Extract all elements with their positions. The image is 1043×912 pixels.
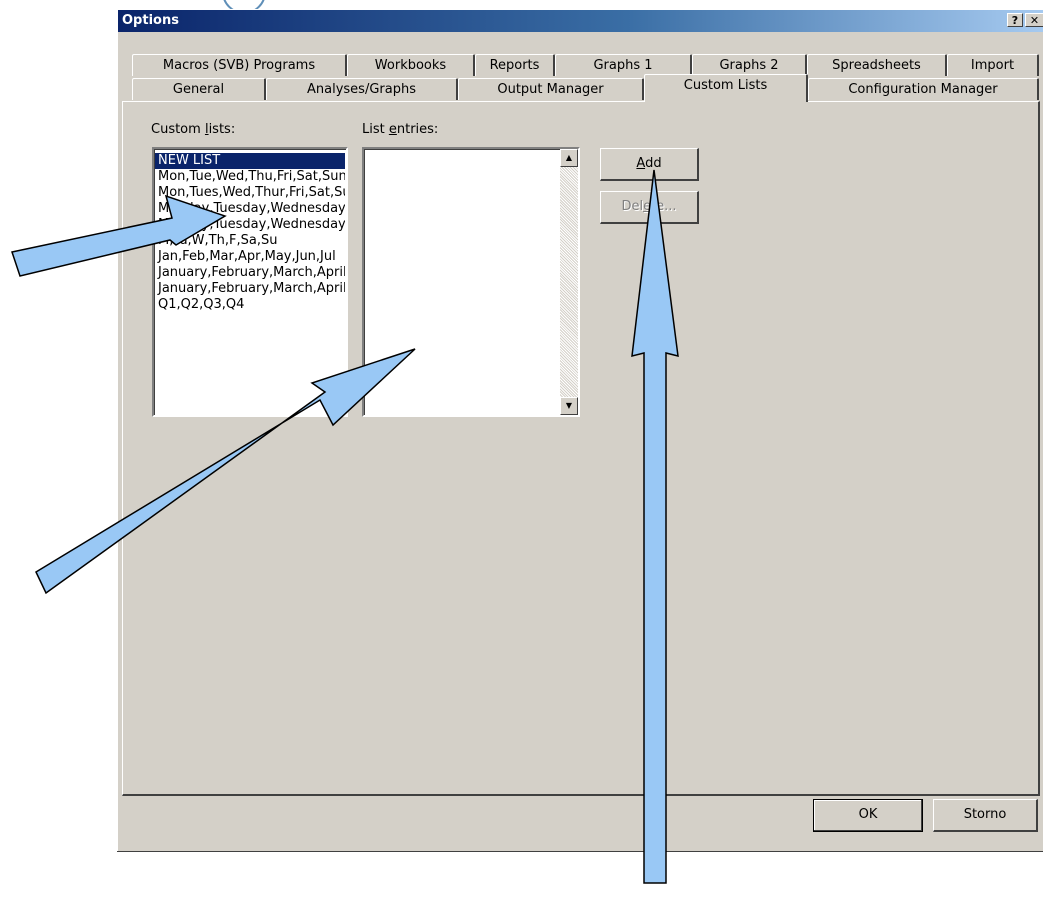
tab-import[interactable]: Import [947, 54, 1039, 76]
list-item[interactable]: M,Tu,W,Th,F,Sa,Su [155, 233, 345, 249]
list-entries-label: List entries: [362, 122, 439, 137]
list-item[interactable]: Mon,Tue,Wed,Thu,Fri,Sat,Sun [155, 169, 345, 185]
custom-lists-items: NEW LIST Mon,Tue,Wed,Thu,Fri,Sat,Sun Mon… [155, 153, 345, 313]
tab-general[interactable]: General [132, 78, 266, 100]
list-item[interactable]: Q1,Q2,Q3,Q4 [155, 297, 345, 313]
delete-button[interactable]: Delete... [600, 191, 699, 224]
tab-custom-lists[interactable]: Custom Lists [644, 74, 808, 102]
tab-output-manager[interactable]: Output Manager [458, 78, 644, 100]
list-item[interactable]: Monday,Tuesday,Wednesday [155, 217, 345, 233]
tab-spreadsheets[interactable]: Spreadsheets [807, 54, 947, 76]
ok-button[interactable]: OK [813, 799, 923, 832]
options-dialog: Options ? ✕ Macros (SVB) Programs Workbo… [117, 9, 1043, 851]
title-bar[interactable]: Options ? ✕ [118, 10, 1043, 32]
tab-analyses-graphs[interactable]: Analyses/Graphs [266, 78, 458, 100]
tab-reports[interactable]: Reports [475, 54, 555, 76]
list-entries-scrollbar[interactable]: ▲ ▼ [560, 149, 578, 415]
custom-lists-label: Custom lists: [151, 122, 236, 137]
close-button[interactable]: ✕ [1025, 13, 1043, 27]
scroll-down-icon[interactable]: ▼ [560, 397, 578, 415]
tab-graphs-2[interactable]: Graphs 2 [692, 54, 807, 76]
tab-workbooks[interactable]: Workbooks [347, 54, 475, 76]
list-item[interactable]: January,February,March,April [155, 265, 345, 281]
tab-graphs-1[interactable]: Graphs 1 [555, 54, 692, 76]
list-item[interactable]: Jan,Feb,Mar,Apr,May,Jun,Jul [155, 249, 345, 265]
help-button[interactable]: ? [1007, 13, 1023, 27]
list-item[interactable]: Monday,Tuesday,Wednesday [155, 201, 345, 217]
custom-lists-listbox[interactable]: NEW LIST Mon,Tue,Wed,Thu,Fri,Sat,Sun Mon… [152, 147, 348, 417]
tab-configuration-manager[interactable]: Configuration Manager [808, 78, 1039, 100]
dialog-title: Options [122, 13, 179, 28]
tab-macros-svb-programs[interactable]: Macros (SVB) Programs [132, 54, 347, 76]
storno-button[interactable]: Storno [933, 799, 1038, 832]
scroll-up-icon[interactable]: ▲ [560, 149, 578, 167]
list-entries-textbox[interactable]: ▲ ▼ [362, 147, 580, 417]
list-item[interactable]: Mon,Tues,Wed,Thur,Fri,Sat,Sun [155, 185, 345, 201]
list-item[interactable]: NEW LIST [155, 153, 345, 169]
add-button[interactable]: Add [600, 148, 699, 181]
list-item[interactable]: January,February,March,April [155, 281, 345, 297]
